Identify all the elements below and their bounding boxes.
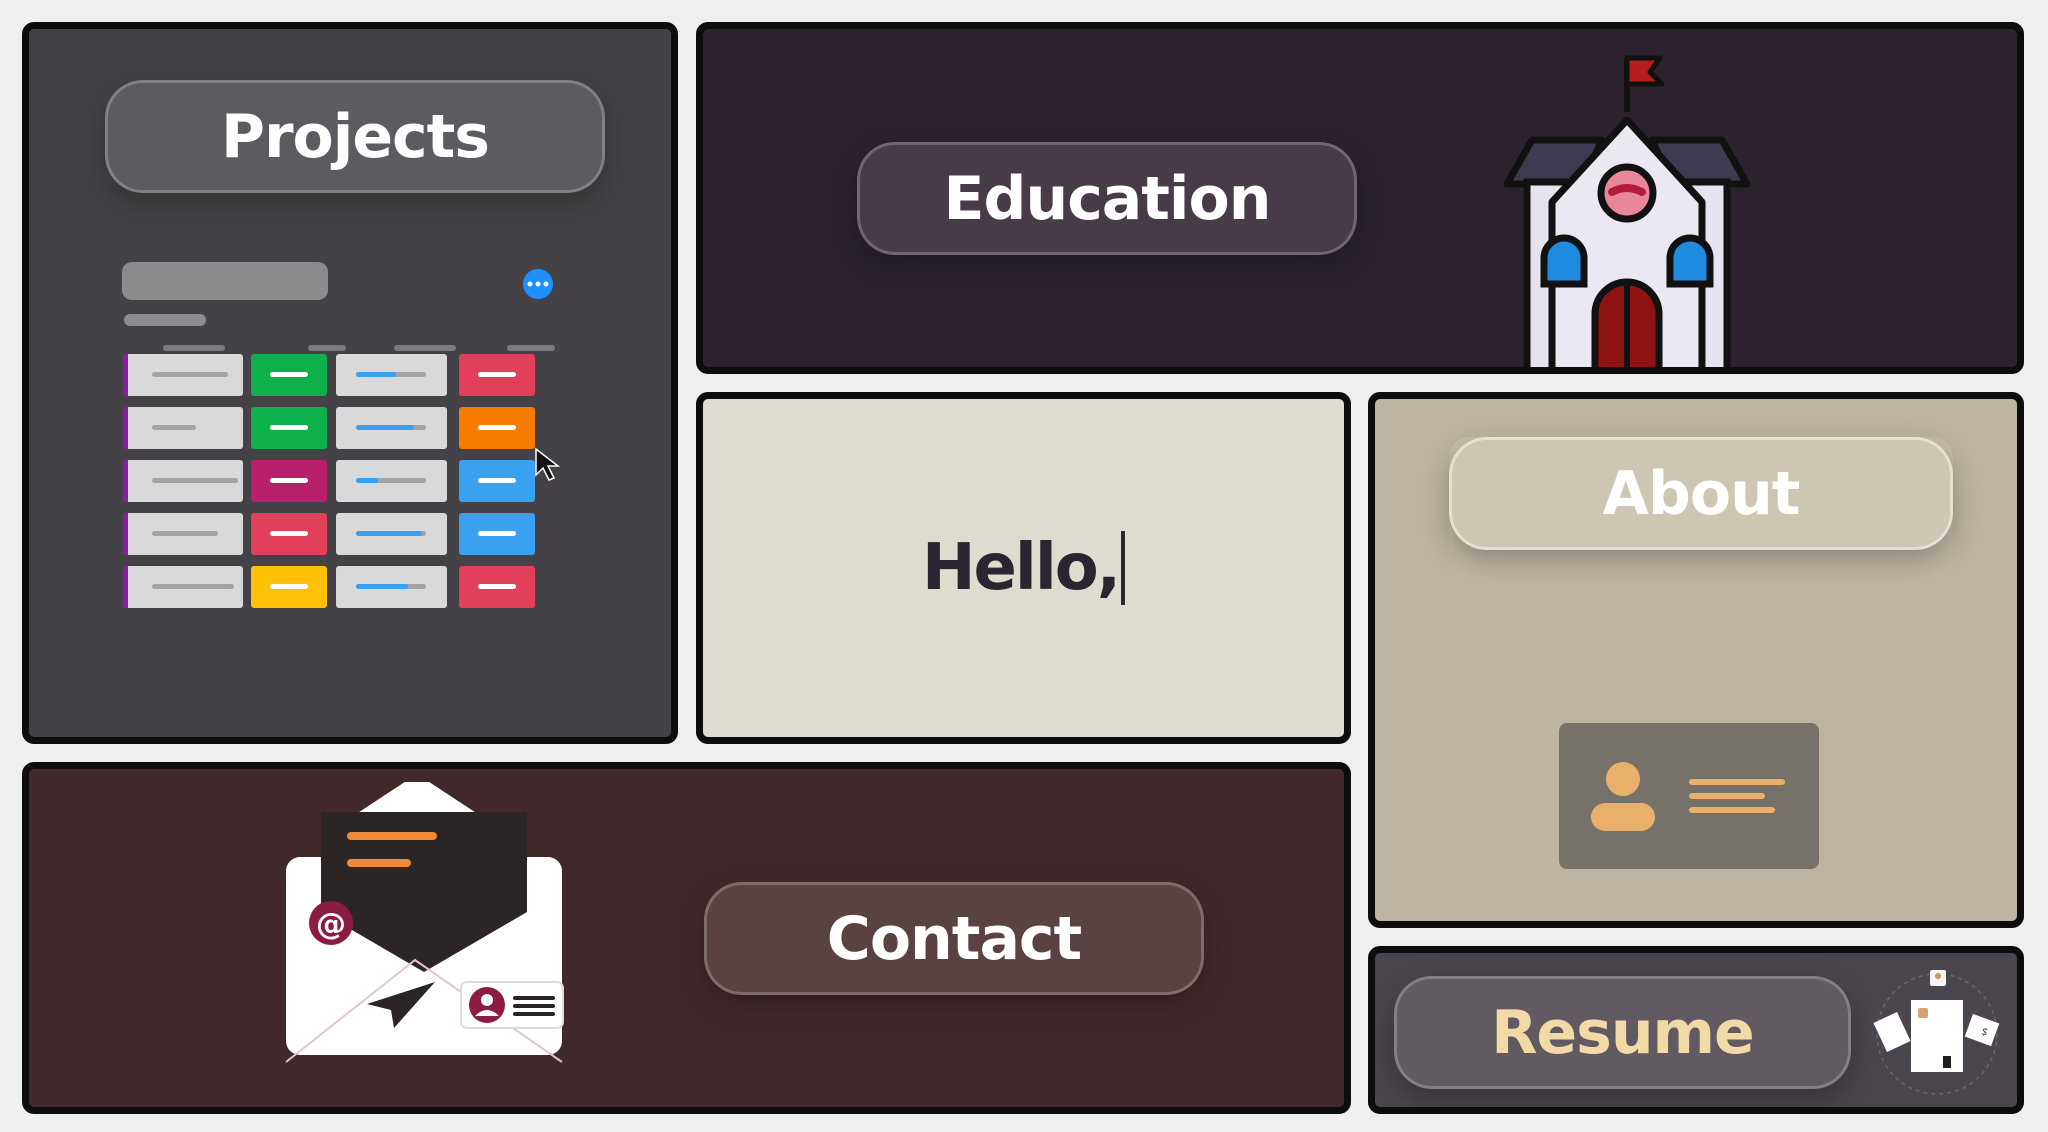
hello-tile: Hello, [696,392,1351,744]
education-button[interactable]: Education [857,142,1357,255]
status-cell [251,460,327,502]
status-cell [251,566,327,608]
education-label: Education [943,163,1272,234]
task-cell [123,460,243,502]
priority-cell [459,513,535,555]
priority-cell [459,566,535,608]
open-envelope-icon: @ [285,782,564,1063]
progress-cell [336,354,447,396]
progress-cell [336,513,447,555]
progress-cell [336,566,447,608]
contact-label: Contact [826,903,1082,974]
hello-text: Hello, [921,531,1121,605]
contact-tile[interactable]: @ Contact [22,762,1351,1114]
education-tile[interactable]: Education [696,22,2024,374]
status-cell [251,513,327,555]
resume-tile[interactable]: Resume $ [1368,946,2024,1114]
text-caret [1121,531,1126,605]
task-cell [123,407,243,449]
task-cell [123,354,243,396]
svg-text:@: @ [316,907,346,942]
task-cell [123,513,243,555]
priority-cell [459,407,535,449]
priority-cell [459,460,535,502]
resume-button[interactable]: Resume [1394,976,1851,1089]
about-label: About [1602,458,1800,529]
id-card-icon [1559,723,1819,869]
progress-cell [336,407,447,449]
status-cell [251,407,327,449]
school-building-icon [1503,55,1751,367]
about-button[interactable]: About [1449,437,1953,550]
contact-button[interactable]: Contact [704,882,1204,995]
priority-cell [459,354,535,396]
resume-label: Resume [1491,997,1755,1068]
resume-documents-icon: $ [1873,970,2000,1095]
status-cell [251,354,327,396]
mouse-pointer-icon [535,447,561,481]
progress-cell [336,460,447,502]
about-tile[interactable]: About [1368,392,2024,928]
projects-tile[interactable]: Projects [22,22,678,744]
task-cell [123,566,243,608]
